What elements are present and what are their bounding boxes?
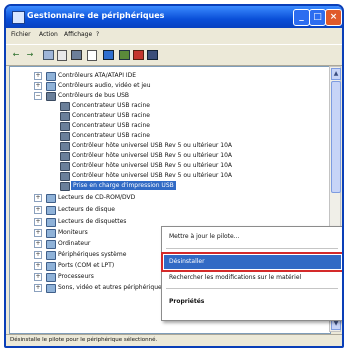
sound-icon (46, 284, 56, 293)
cpu-icon (46, 273, 56, 282)
usb-device-icon (60, 152, 70, 161)
expand-icon[interactable]: + (34, 284, 42, 292)
toolbar: ← → (6, 44, 342, 66)
device-manager-window: Gestionnaire de périphériques _ □ × Fich… (4, 4, 344, 348)
usb-device-icon (60, 172, 70, 181)
computer-icon (46, 240, 56, 249)
close-button[interactable]: × (325, 9, 342, 26)
help-icon[interactable] (86, 48, 98, 61)
menu-separator (166, 288, 338, 289)
update-driver-icon[interactable] (118, 48, 130, 61)
menu-item-uninstall[interactable]: Désinstaller (161, 252, 342, 272)
back-arrow-icon[interactable]: ← (10, 48, 22, 61)
tree-label: Concentrateur USB racine (72, 102, 150, 109)
floppy-icon (46, 218, 56, 227)
tree-label: Contrôleur hôte universel USB Rev 5 ou u… (72, 152, 232, 159)
window-title: Gestionnaire de périphériques (27, 11, 165, 20)
audio-controller-icon (46, 82, 56, 91)
menu-item-properties[interactable]: Propriétés (164, 295, 341, 309)
up-icon[interactable] (42, 48, 54, 61)
menu-separator (166, 248, 338, 249)
tree-label: Ports (COM et LPT) (58, 262, 115, 269)
maximize-button[interactable]: □ (309, 9, 326, 26)
tree-label: Concentrateur USB racine (72, 112, 150, 119)
expand-icon[interactable]: + (34, 206, 42, 214)
expand-icon[interactable]: + (34, 72, 42, 80)
usb-device-icon (60, 112, 70, 121)
expand-icon[interactable]: + (34, 273, 42, 281)
expand-icon[interactable]: + (34, 218, 42, 226)
usb-device-icon (60, 142, 70, 151)
menu-action[interactable]: Action (39, 31, 58, 38)
tree-label: Concentrateur USB racine (72, 132, 150, 139)
usb-device-icon (60, 182, 70, 191)
tree-label: Lecteurs de disque (58, 206, 115, 213)
menu-item-scan-hardware[interactable]: Rechercher les modifications sur le maté… (164, 271, 341, 285)
system-icon (46, 251, 56, 260)
menu-affichage[interactable]: Affichage (64, 31, 92, 38)
disable-icon[interactable] (146, 48, 158, 61)
expand-icon[interactable]: + (34, 240, 42, 248)
cdrom-icon (46, 194, 56, 203)
tree-label: Contrôleur hôte universel USB Rev 5 ou u… (72, 142, 232, 149)
tree-label-selected: Prise en charge d'impression USB (71, 181, 176, 190)
tree-label: Concentrateur USB racine (72, 122, 150, 129)
menu-bar: Fichier Action Affichage ? (6, 28, 342, 43)
menu-item-update-driver[interactable]: Mettre à jour le pilote... (164, 230, 341, 244)
tree-label: Contrôleur hôte universel USB Rev 5 ou u… (72, 172, 232, 179)
tree-label: Lecteurs de CD-ROM/DVD (58, 194, 136, 201)
expand-icon[interactable]: + (34, 251, 42, 259)
expand-icon[interactable]: + (34, 194, 42, 202)
expand-icon[interactable]: + (34, 262, 42, 270)
usb-device-icon (60, 122, 70, 131)
disk-icon (46, 206, 56, 215)
tree-label: Contrôleur hôte universel USB Rev 5 ou u… (72, 162, 232, 169)
scroll-up-icon[interactable]: ▲ (331, 68, 341, 80)
expand-icon[interactable]: + (34, 82, 42, 90)
tree-label: Ordinateur (58, 240, 91, 247)
port-icon (46, 262, 56, 271)
ide-controller-icon (46, 72, 56, 81)
monitor-icon (46, 229, 56, 238)
expand-icon[interactable]: + (34, 229, 42, 237)
tree-label: Lecteurs de disquettes (58, 218, 127, 225)
menu-help[interactable]: ? (96, 31, 99, 38)
status-bar: Désinstalle le pilote pour le périphériq… (6, 334, 342, 346)
uninstall-icon[interactable] (132, 48, 144, 61)
forward-arrow-icon[interactable]: → (24, 48, 36, 61)
minimize-button[interactable]: _ (293, 9, 310, 26)
usb-device-icon (60, 102, 70, 111)
tree-label: Contrôleurs audio, vidéo et jeu (58, 82, 151, 89)
menu-fichier[interactable]: Fichier (11, 31, 31, 38)
collapse-icon[interactable]: − (34, 92, 42, 100)
device-manager-icon (12, 11, 25, 24)
tree-label: Processeurs (58, 273, 94, 280)
usb-device-icon (60, 162, 70, 171)
properties-icon[interactable] (56, 48, 68, 61)
usb-controller-icon (46, 92, 56, 101)
scroll-thumb[interactable] (331, 81, 341, 193)
tree-label: Périphériques système (58, 251, 127, 258)
usb-device-icon (60, 132, 70, 141)
tree-label: Contrôleurs ATA/ATAPI IDE (58, 72, 137, 79)
tree-label: Contrôleurs de bus USB (58, 92, 130, 99)
title-bar[interactable]: Gestionnaire de périphériques _ □ × (6, 6, 342, 28)
scan-hardware-icon[interactable] (102, 48, 114, 61)
tree-label: Moniteurs (58, 229, 88, 236)
status-text: Désinstalle le pilote pour le périphériq… (10, 337, 158, 343)
print-icon[interactable] (70, 48, 82, 61)
context-menu: Mettre à jour le pilote... Désinstaller … (161, 226, 342, 321)
